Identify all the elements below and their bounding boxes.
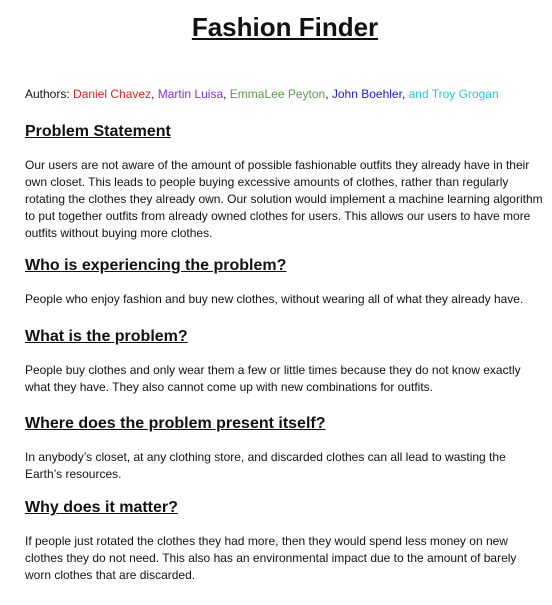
author-separator: , [325,87,332,101]
section-body-who: People who enjoy fashion and buy new clo… [25,292,524,306]
author-separator: , [223,87,230,101]
author-separator: , [401,87,409,101]
author-name: EmmaLee Peyton [229,87,326,101]
author-name: Daniel Chavez [73,87,152,101]
author-name: and Troy Grogan [408,87,499,101]
page-title: Fashion Finder [191,12,379,42]
section-body-what: People buy clothes and only wear them a … [25,363,521,394]
section-body-why: If people just rotated the clothes they … [25,534,517,582]
authors-line: Authors: Daniel Chavez, Martin Luisa, Em… [25,86,499,102]
section-heading-where: Where does the problem present itself? [25,415,326,432]
author-name: John Boehler [331,87,402,101]
section-heading-what: What is the problem? [25,328,188,345]
section-heading-problem-statement: Problem Statement [25,123,171,140]
author-separator: , [151,87,158,101]
section-body-where: In anybody’s closet, at any clothing sto… [25,450,506,481]
section-body-problem-statement: Our users are not aware of the amount of… [25,158,543,240]
section-heading-why: Why does it matter? [25,499,178,516]
section-heading-who: Who is experiencing the problem? [25,257,287,274]
authors-label: Authors: [25,87,74,101]
author-name: Martin Luisa [157,87,224,101]
